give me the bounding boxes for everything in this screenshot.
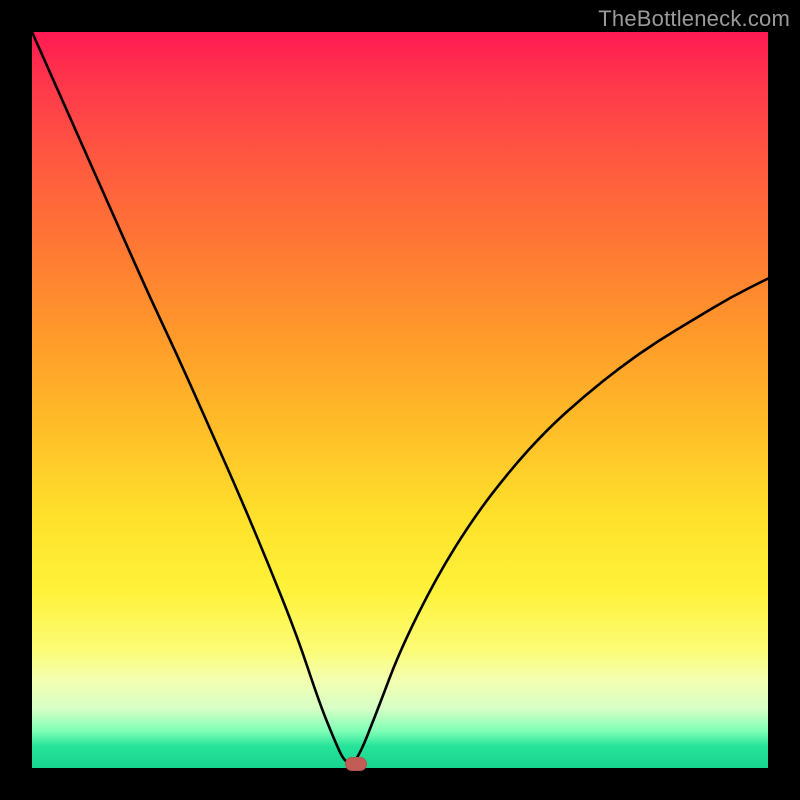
- chart-frame: TheBottleneck.com: [0, 0, 800, 800]
- curve-svg: [32, 32, 768, 768]
- watermark-text: TheBottleneck.com: [598, 6, 790, 32]
- plot-area: [32, 32, 768, 768]
- optimal-point-marker: [345, 757, 367, 771]
- bottleneck-curve: [32, 32, 768, 764]
